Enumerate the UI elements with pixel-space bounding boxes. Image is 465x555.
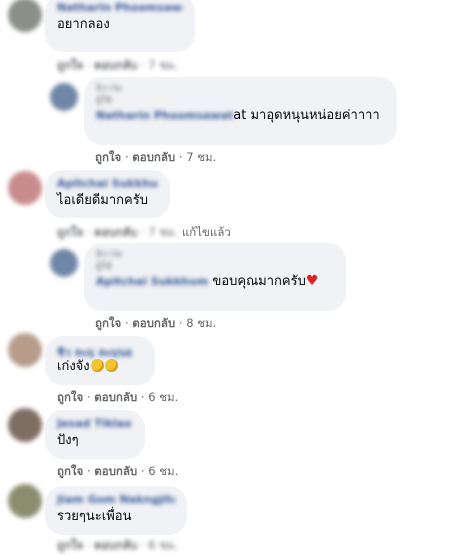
- comment-text: รวยๆนะเพื่อน: [57, 509, 132, 524]
- avatar[interactable]: [8, 408, 42, 442]
- comment-bubble: Jiam Gom Nakngjita รวยๆนะเพื่อน: [45, 486, 187, 535]
- like-button[interactable]: ถูกใจ: [57, 58, 83, 72]
- reply-text: ขอบคุณมากครับ: [212, 274, 306, 289]
- comment-author[interactable]: Jesad Tiklao: [57, 417, 133, 432]
- reply-actions: ถูกใจ · ตอบกลับ · 7 ชม.: [95, 150, 217, 164]
- like-button[interactable]: ถูกใจ: [57, 390, 83, 404]
- comment-time[interactable]: 7 ชม.: [186, 150, 216, 164]
- reply-actions: ถูกใจ · ตอบกลับ · 8 ชม.: [95, 316, 217, 330]
- avatar[interactable]: [8, 0, 42, 32]
- like-button[interactable]: ถูกใจ: [57, 464, 83, 478]
- comment-bubble: ชิว ละมุ ละมุนอ เก่งจัง: [45, 336, 155, 385]
- like-button[interactable]: ถูกใจ: [57, 225, 83, 239]
- avatar[interactable]: [8, 171, 42, 205]
- comment-actions: ถูกใจ · ตอบกลับ · 6 ชม.: [57, 464, 179, 478]
- avatar[interactable]: [8, 333, 42, 367]
- clap-emoji-icon: [90, 359, 104, 372]
- comment-time[interactable]: 7 ชม.: [148, 58, 178, 72]
- clap-emoji-icon: [104, 359, 118, 372]
- comment-actions: ถูกใจ · ตอบกลับ · 6 ชม.: [57, 538, 179, 552]
- heart-icon: ♥: [305, 273, 319, 289]
- quote-label: ผู้ใช้: [96, 262, 112, 272]
- comment-text: ปังๆ: [57, 433, 79, 448]
- comment-actions: ถูกใจ · ตอบกลับ · 7 ชม. แก้ไขแล้ว: [57, 225, 231, 239]
- comment-actions: ถูกใจ · ตอบกลับ · 6 ชม.: [57, 390, 179, 404]
- reply-button[interactable]: ตอบกลับ: [94, 390, 137, 404]
- avatar[interactable]: [8, 484, 42, 518]
- avatar[interactable]: [50, 249, 78, 277]
- comment-author[interactable]: Natharin Phoomsawat: [57, 1, 183, 16]
- mentioned-name[interactable]: Natharin Phoomsawat: [96, 107, 233, 125]
- comment-bubble: Jesad Tiklao ปังๆ: [45, 410, 145, 459]
- quote-label: ผู้ใช้: [96, 96, 112, 106]
- reply-author[interactable]: ธิราวัล: [96, 83, 385, 95]
- reply-bubble: ธิราวัล ผู้ใช้ Natharin Phoomsawatat มาอ…: [84, 77, 397, 145]
- reply-button[interactable]: ตอบกลับ: [132, 316, 175, 330]
- like-button[interactable]: ถูกใจ: [95, 150, 121, 164]
- comment-time[interactable]: 7 ชม.: [148, 225, 178, 239]
- reply-button[interactable]: ตอบกลับ: [94, 464, 137, 478]
- edited-label: แก้ไขแล้ว: [181, 225, 231, 239]
- reply-button[interactable]: ตอบกลับ: [94, 225, 137, 239]
- comment-text: ไอเดียดีมากครับ: [57, 193, 148, 208]
- comment-text: อยากลอง: [57, 17, 110, 32]
- comment-time[interactable]: 6 ชม.: [148, 538, 178, 552]
- comment-author[interactable]: Jiam Gom Nakngjita: [57, 493, 175, 508]
- reply-button[interactable]: ตอบกลับ: [132, 150, 175, 164]
- comment-author[interactable]: Apitchai Sukkhum: [57, 177, 158, 192]
- comment-bubble: Apitchai Sukkhum ไอเดียดีมากครับ: [45, 170, 170, 218]
- mentioned-name[interactable]: Apitchai Sukkhum: [96, 273, 208, 291]
- reply-text: at มาอุดหนุนหน่อยค่าาาา: [233, 108, 380, 123]
- comment-bubble: Natharin Phoomsawat อยากลอง: [45, 0, 195, 52]
- reply-button[interactable]: ตอบกลับ: [94, 538, 137, 552]
- comment-time[interactable]: 8 ชม.: [186, 316, 216, 330]
- comment-time[interactable]: 6 ชม.: [148, 390, 178, 404]
- avatar[interactable]: [50, 83, 78, 111]
- like-button[interactable]: ถูกใจ: [57, 538, 83, 552]
- comment-time[interactable]: 6 ชม.: [148, 464, 178, 478]
- comment-actions: ถูกใจ · ตอบกลับ · 7 ชม.: [57, 58, 179, 72]
- comment-text: เก่งจัง: [57, 359, 90, 374]
- reply-bubble: ธิราวัล ผู้ใช้ Apitchai Sukkhum ขอบคุณมา…: [84, 243, 346, 311]
- reply-author[interactable]: ธิราวัล: [96, 249, 334, 261]
- reply-button[interactable]: ตอบกลับ: [94, 58, 137, 72]
- comment-author[interactable]: ชิว ละมุ ละมุนอ: [57, 343, 143, 358]
- like-button[interactable]: ถูกใจ: [95, 316, 121, 330]
